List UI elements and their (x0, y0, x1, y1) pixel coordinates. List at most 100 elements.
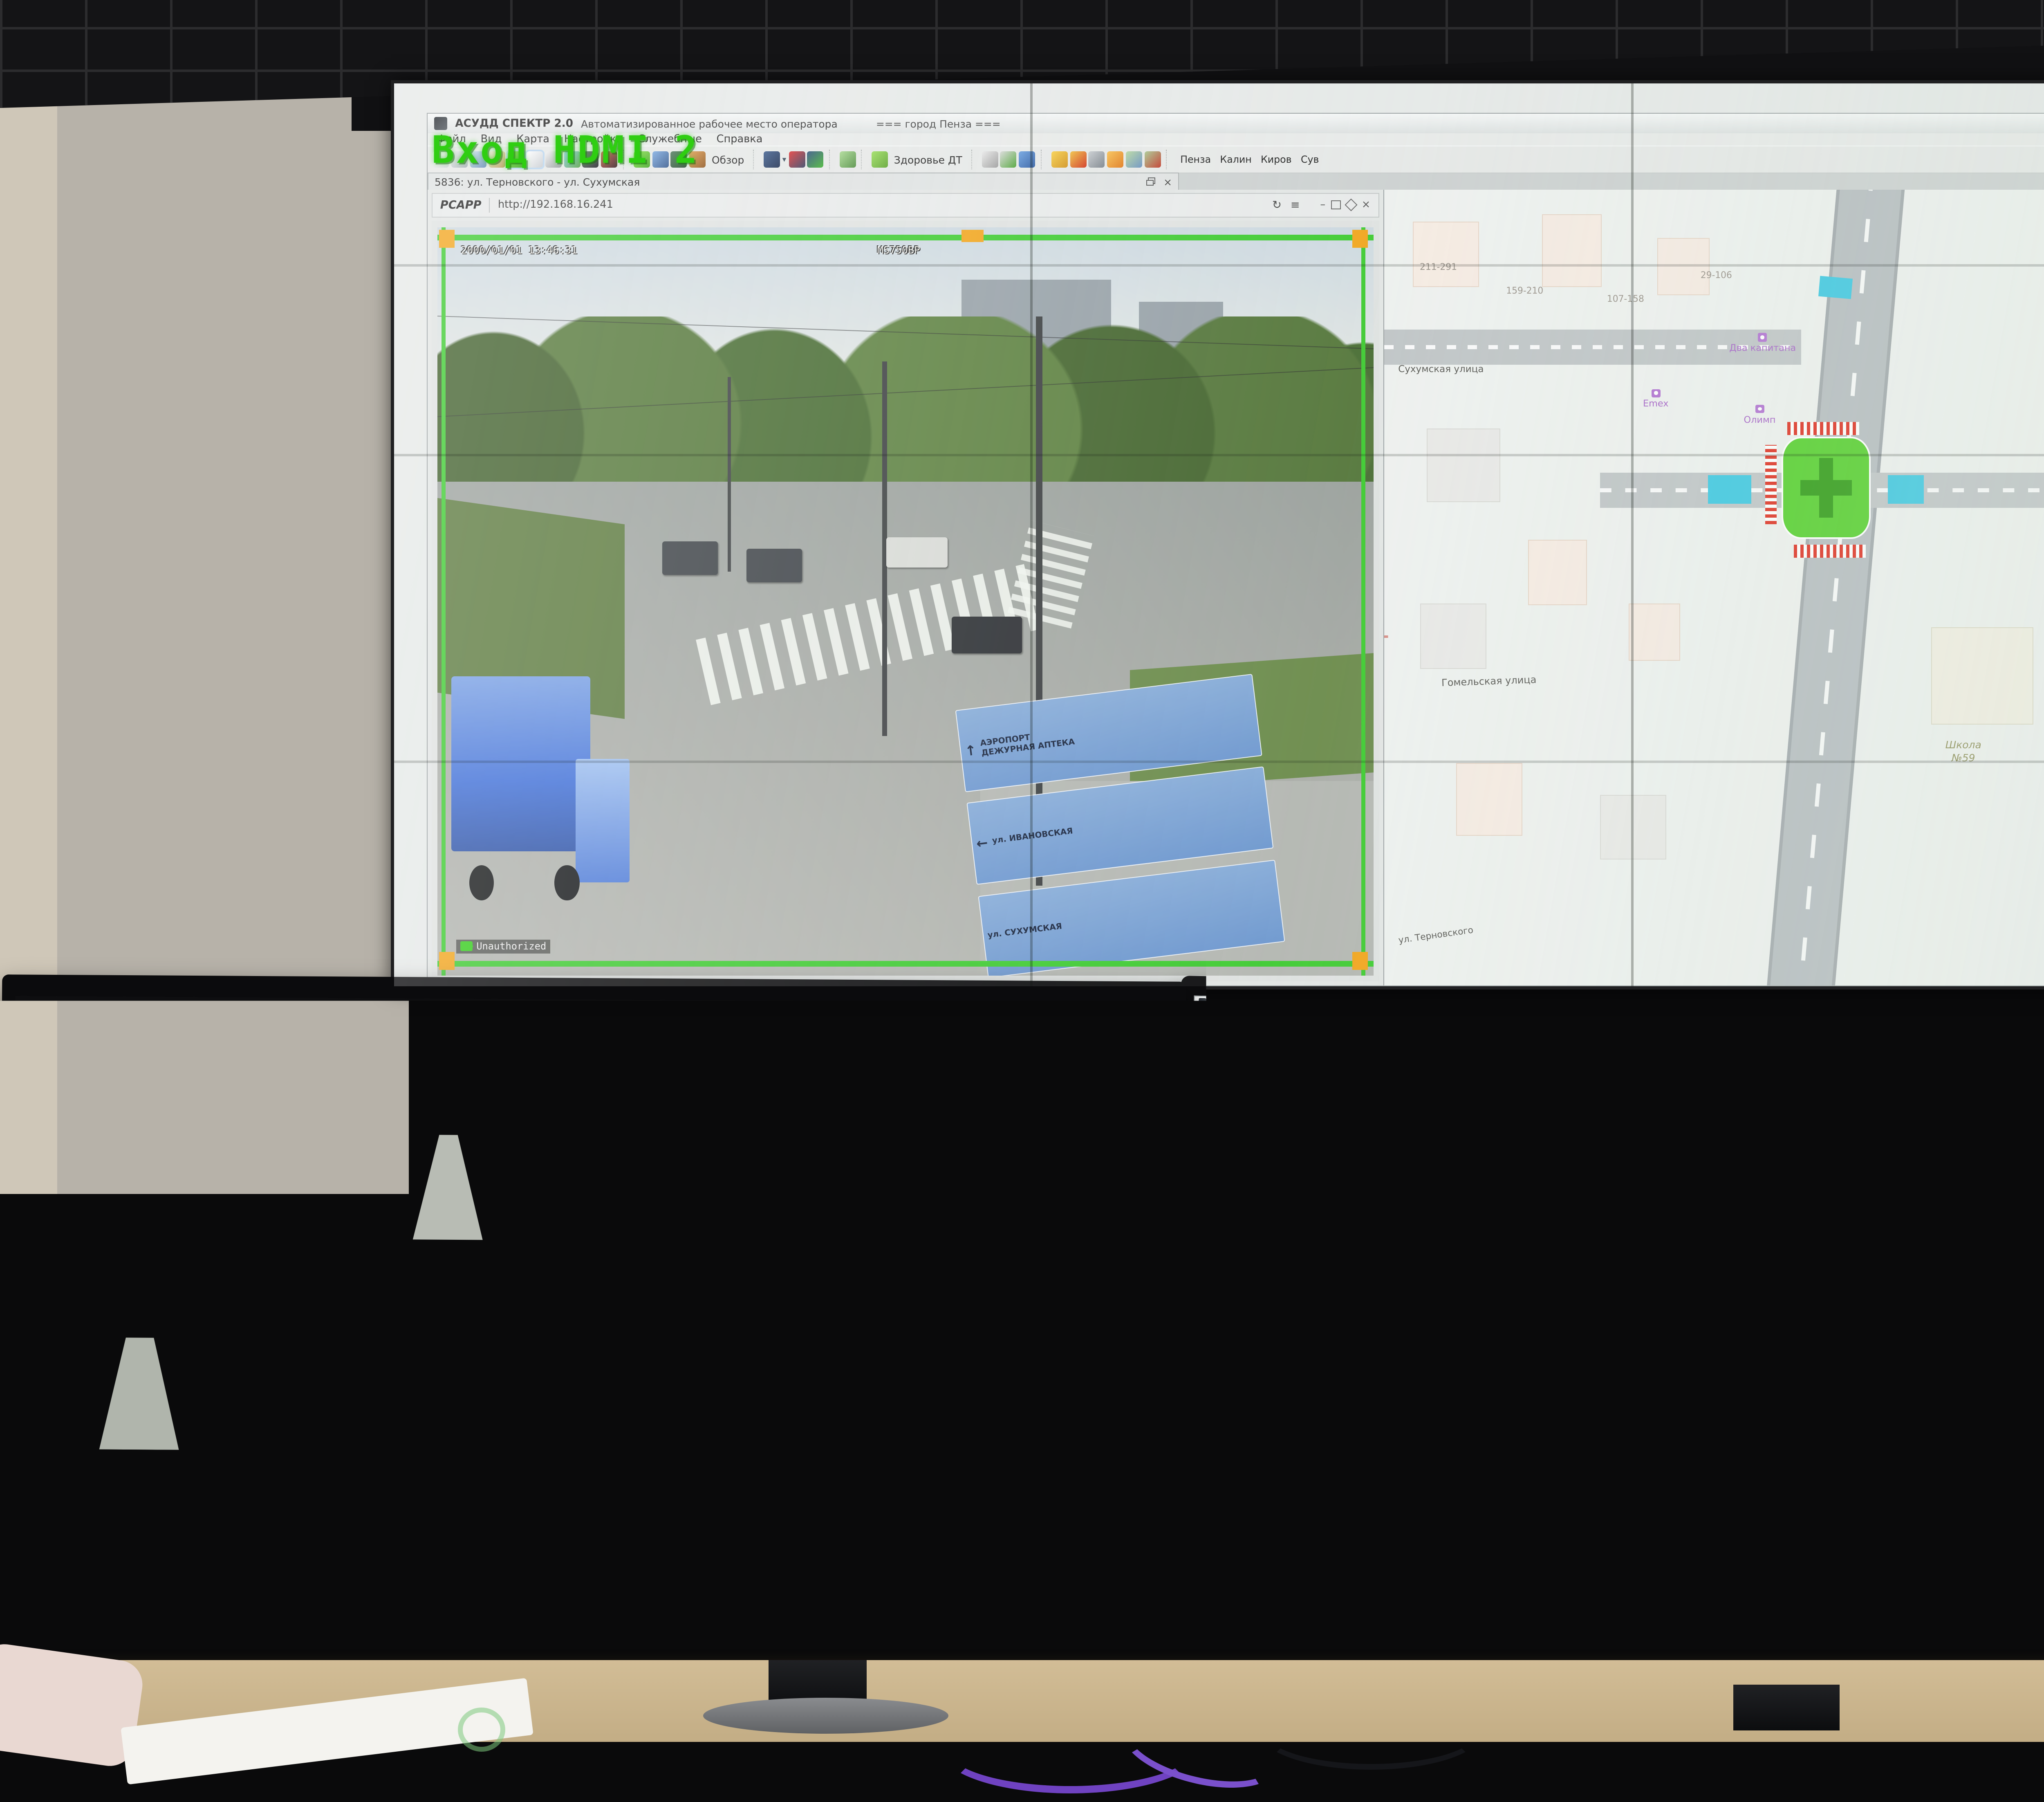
pane-close-icon[interactable]: × (1799, 1057, 1804, 1064)
city-button-penza[interactable]: Пенза (1177, 153, 1214, 166)
marker-plus-icon[interactable] (1019, 152, 1035, 168)
menu-map[interactable]: Карта (1244, 1008, 1263, 1016)
save-icon[interactable] (1218, 1019, 1228, 1028)
window-close-icon[interactable]: × (1153, 1012, 1163, 1026)
camera-cell-010[interactable]: ИТС1 Пенза 010 Калинина-Чкалова[ 0 x 0 ]… (301, 1453, 590, 1663)
filter-icon[interactable] (764, 152, 780, 168)
poi-emex[interactable]: Emex (1977, 1207, 1992, 1219)
zoom-icon[interactable] (982, 152, 998, 168)
pane-maximize-icon[interactable] (1331, 201, 1341, 210)
pane-resize-icon[interactable] (1789, 1056, 1797, 1064)
folder-delete-icon[interactable] (1070, 152, 1086, 168)
folder-taskbar-icon[interactable] (1234, 1666, 1245, 1676)
zoom-plus-icon[interactable] (1518, 1024, 1527, 1034)
undo-icon[interactable] (1578, 1026, 1588, 1035)
camera-viewer[interactable]: ↑ АЭРОПОРТ ДЕЖУРНАЯ АПТЕКА ← ул. ИВАНОВС… (1184, 1058, 1809, 1659)
city-button-kirov[interactable]: Киров (1663, 1028, 1684, 1036)
hand-icon[interactable] (1250, 1019, 1259, 1028)
city-button-kirov[interactable]: Киров (1257, 153, 1295, 166)
poi-dva-kapitana[interactable]: Два капитана (1729, 333, 1796, 354)
tab-intersection-5836[interactable]: 5836: ул. Терновского - ул. Сухумская × (428, 173, 1179, 190)
map-pane[interactable]: 211-291 159-210 107-158 29-106 Два капит… (1801, 1052, 2044, 1670)
city-button-kalin[interactable]: Калин (1217, 153, 1255, 166)
folder-icon[interactable] (1051, 152, 1067, 168)
overview-label[interactable]: Обзор (1354, 1022, 1373, 1030)
pc-menu-icon[interactable]: ≡ (1291, 199, 1300, 212)
restore-pane-icon[interactable] (1146, 178, 1155, 186)
export-delete-icon[interactable] (1599, 1026, 1609, 1035)
move-layout-icon[interactable] (643, 1010, 656, 1023)
menu-help[interactable]: Справка (1357, 1010, 1383, 1018)
poi-dva-kapitana[interactable]: Два капитана (2033, 1166, 2044, 1178)
filter-apply-icon[interactable] (1408, 1022, 1418, 1032)
menu-settings[interactable]: Настройки (1271, 1009, 1304, 1017)
overview-label[interactable]: Обзор (712, 154, 744, 166)
camera-cell-005[interactable]: ИТС1 Пенза 005 Калинина-СОШ №25[ 1280 x … (12, 1240, 301, 1450)
filter-off-icon[interactable] (789, 152, 805, 168)
export-delete-icon[interactable] (1145, 152, 1161, 168)
filter-off-icon[interactable] (1398, 1022, 1407, 1031)
new-doc-icon[interactable] (1197, 1018, 1206, 1028)
archive-icon[interactable] (1568, 1025, 1577, 1035)
archive-icon[interactable] (1089, 152, 1105, 168)
map-arrow-icon[interactable] (1271, 1019, 1280, 1029)
filter-icon[interactable] (1384, 1022, 1393, 1031)
edit-icon[interactable] (1228, 1019, 1238, 1028)
detector-blue-icon[interactable] (1321, 1021, 1330, 1030)
tab-close-icon[interactable]: × (1670, 1041, 1675, 1048)
city-button-kalin[interactable]: Калин (1640, 1028, 1662, 1036)
pc-menu-icon[interactable]: ≡ (1758, 1056, 1763, 1064)
route-icon[interactable] (1445, 1023, 1455, 1032)
camera-cell-003[interactable]: ИТС1 Пенза 003 Калинина, Дизельный завод… (594, 1032, 883, 1243)
green-arrow-icon[interactable] (1310, 1020, 1320, 1030)
app-taskbar-icon[interactable] (1300, 1667, 1311, 1678)
menu-service[interactable]: Служебные (1313, 1010, 1349, 1018)
city-button-suv[interactable]: Сув (1685, 1028, 1700, 1036)
marker-plus-icon[interactable] (1528, 1024, 1537, 1034)
camera-cell-012[interactable]: ИТС1 Пенза 012 Кирова-К.Маркса[ 0 x 0 ] … (881, 1456, 1170, 1667)
refresh-icon[interactable]: ↻ (1272, 199, 1282, 212)
poi-olimp[interactable]: Олимп (2042, 1221, 2044, 1232)
camera-cell-008[interactable]: ИТС1 Пенза 008 Калинина-Свердлова 2[ 0 x… (883, 1245, 1172, 1456)
layers-icon[interactable] (1239, 1019, 1248, 1028)
city-button-penza[interactable]: Пенза (1618, 1027, 1639, 1035)
city-button-suv[interactable]: Сув (1298, 153, 1322, 166)
browser-icon[interactable] (1256, 1666, 1267, 1677)
restore-pane-icon[interactable] (1661, 1042, 1666, 1046)
folder-icon[interactable] (1547, 1025, 1556, 1034)
pen-icon[interactable] (1260, 1019, 1270, 1029)
zoom-icon[interactable] (1507, 1024, 1517, 1033)
binoculars-icon[interactable] (1281, 1020, 1291, 1029)
menu-view[interactable]: Вид (1224, 1008, 1236, 1016)
undo-icon[interactable] (1107, 152, 1124, 168)
camera-cell-001[interactable]: ИТС1 Пенза 001 Окружная Калинина-Кривозе… (13, 1028, 303, 1239)
camera-cell-009[interactable]: ИТС1 Пенза 009 Гоголя-Свердлова[ 1280 x … (11, 1451, 300, 1662)
asudd-taskbar-icon[interactable] (1278, 1667, 1289, 1677)
detector-green-icon[interactable] (1331, 1021, 1340, 1030)
export-icon[interactable] (1126, 152, 1142, 168)
pane-minimize-icon[interactable]: – (1775, 1056, 1778, 1064)
camera-cell-007[interactable]: ИТС1 Пенза 007 Калинина-Свердлова 1[ 128… (592, 1243, 881, 1454)
menu-help[interactable]: Справка (717, 133, 763, 146)
camera-url[interactable]: http://192.168.16.241 (498, 199, 613, 211)
camera-viewer[interactable]: ↑ АЭРОПОРТ ДЕЖУРНАЯ АПТЕКА ← ул. ИВАНОВС… (432, 221, 1379, 982)
cluster-icon[interactable] (840, 152, 856, 168)
search-icon[interactable] (1212, 1665, 1223, 1676)
menu-file[interactable]: Файл (1200, 1008, 1216, 1015)
pane-close-icon[interactable]: × (1362, 199, 1370, 211)
filter-apply-icon[interactable] (807, 152, 824, 168)
camera-url[interactable]: http://192.168.16.241 (1234, 1046, 1299, 1055)
pane-minimize-icon[interactable]: – (1320, 199, 1325, 211)
open-icon[interactable] (1208, 1018, 1217, 1028)
filter-dropdown-icon[interactable]: ▾ (1394, 1024, 1397, 1029)
map-pane[interactable]: 211-291 159-210 107-158 29-106 Два капит… (1384, 190, 2044, 985)
camera-cell-011[interactable]: ИТС1 Пенза 011 Кирова-Лермонтова[ 0 x 0 … (591, 1454, 880, 1665)
filter-dropdown-icon[interactable]: ▾ (782, 155, 787, 164)
route-icon[interactable] (872, 152, 888, 168)
zoom-reset-icon[interactable] (669, 1009, 684, 1023)
tab-close-icon[interactable]: × (1163, 176, 1172, 188)
health-label[interactable]: Здоровье ДТ (1458, 1024, 1496, 1032)
poi-emex[interactable]: Emex (1643, 389, 1669, 409)
folder-delete-icon[interactable] (1557, 1025, 1567, 1035)
window-maximize-icon[interactable] (1131, 1014, 1142, 1024)
